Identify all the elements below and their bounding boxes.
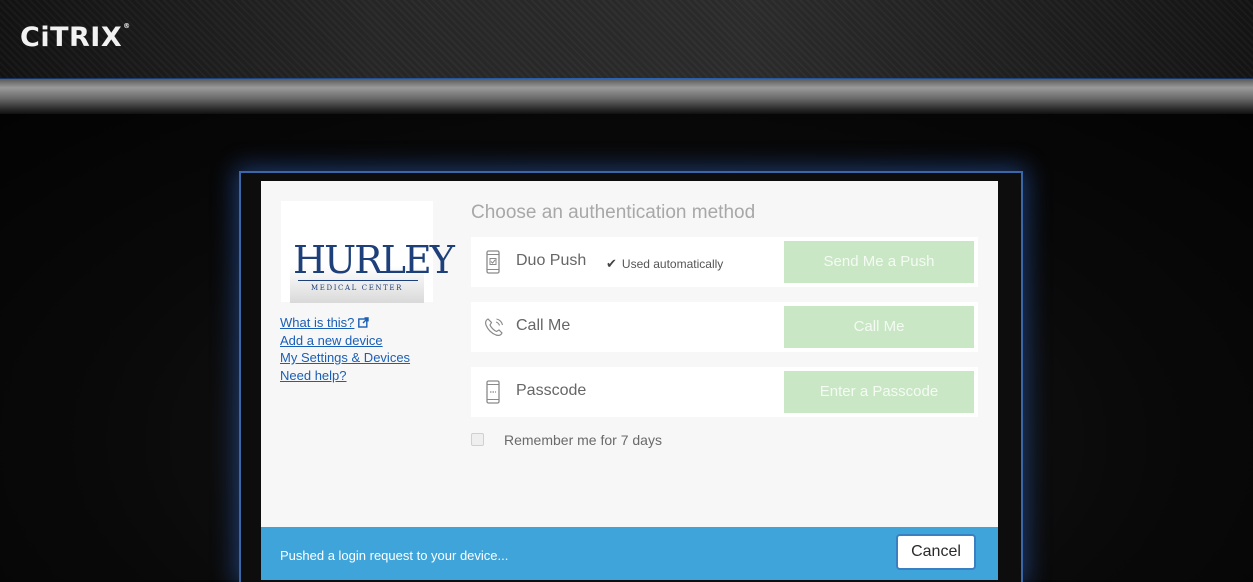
remember-me-checkbox[interactable]: [471, 433, 484, 446]
what-is-this-label: What is this?: [280, 315, 355, 330]
phone-passcode-icon: [486, 380, 500, 404]
help-links: What is this? Add a new device My Settin…: [280, 314, 410, 384]
cancel-button[interactable]: Cancel: [896, 534, 976, 570]
checkmark-icon: ✔: [606, 256, 617, 271]
remember-me-label: Remember me for 7 days: [504, 432, 662, 448]
call-me-label: Call Me: [516, 317, 571, 334]
brand-trademark: ®: [123, 22, 131, 30]
phone-call-icon: [485, 318, 504, 336]
status-message: Pushed a login request to your device...: [280, 548, 509, 563]
external-link-icon: [358, 317, 370, 328]
passcode-label: Passcode: [516, 382, 587, 399]
what-is-this-link[interactable]: What is this?: [280, 314, 410, 332]
send-push-button[interactable]: Send Me a Push: [784, 241, 974, 283]
logo-subtitle: MEDICAL CENTER: [311, 284, 403, 292]
add-device-link[interactable]: Add a new device: [280, 332, 410, 350]
phone-check-icon: [486, 250, 500, 274]
top-bar: CiTRIX®: [0, 0, 1253, 79]
settings-devices-link[interactable]: My Settings & Devices: [280, 349, 410, 367]
citrix-logo: CiTRIX®: [20, 22, 131, 53]
logo-background: HURLEY MEDICAL CENTER: [290, 221, 455, 303]
need-help-link[interactable]: Need help?: [280, 367, 410, 385]
call-me-button[interactable]: Call Me: [784, 306, 974, 348]
organization-logo: HURLEY MEDICAL CENTER: [281, 201, 455, 303]
duo-auth-panel: HURLEY MEDICAL CENTER What is this? Add …: [261, 181, 998, 580]
remember-me-option[interactable]: Remember me for 7 days: [471, 432, 662, 448]
page-title: Choose an authentication method: [471, 202, 756, 223]
used-automatically-text: Used automatically: [621, 257, 724, 271]
status-bar: Pushed a login request to your device...…: [261, 527, 998, 580]
used-automatically-note: ✔ Used automatically: [606, 256, 723, 272]
logo-wordmark: HURLEY: [293, 238, 455, 282]
method-passcode: Passcode Enter a Passcode: [471, 367, 978, 417]
enter-passcode-button[interactable]: Enter a Passcode: [784, 371, 974, 413]
duo-push-label: Duo Push: [516, 252, 587, 269]
method-duo-push: Duo Push ✔ Used automatically Send Me a P…: [471, 237, 978, 287]
brand-name: CiTRIX: [20, 22, 123, 53]
logo-rule: [298, 280, 418, 281]
header-band: [0, 79, 1253, 114]
method-call-me: Call Me Call Me: [471, 302, 978, 352]
